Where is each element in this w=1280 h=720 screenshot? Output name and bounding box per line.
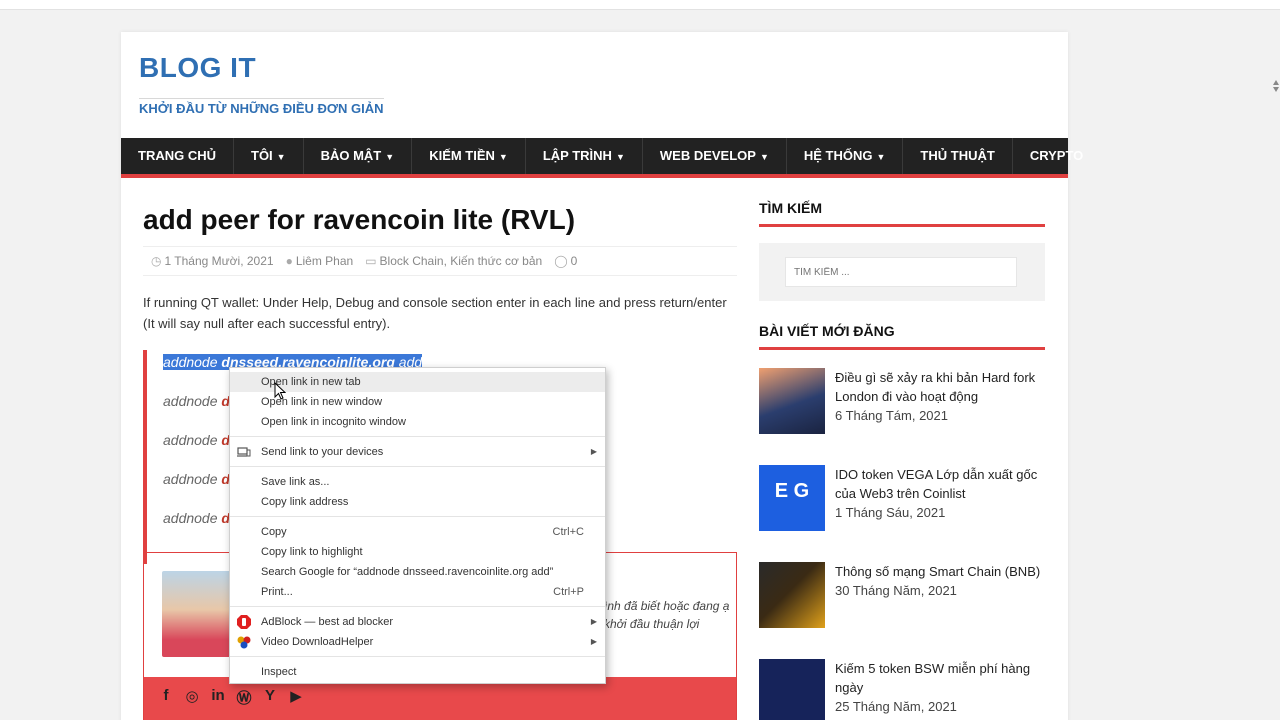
shortcut-label: Ctrl+C [552, 526, 584, 538]
instagram-icon[interactable]: ◎ [184, 687, 200, 720]
context-menu: Open link in new tab Open link in new wi… [229, 367, 606, 684]
recent-posts-widget: BÀI VIẾT MỚI ĐĂNG Điều gì sẽ xảy ra khi … [759, 323, 1045, 720]
menu-copy[interactable]: Copy Ctrl+C [230, 522, 605, 542]
menu-video-downloadhelper[interactable]: Video DownloadHelper ▶ [230, 632, 605, 652]
author-bio: ình đã biết hoặc đang ạ khởi đầu thuận l… [604, 599, 730, 631]
shortcut-label: Ctrl+P [553, 586, 584, 598]
devices-icon [237, 447, 251, 457]
mouse-cursor-icon [274, 382, 286, 400]
scrollbar-marker[interactable] [1272, 78, 1280, 94]
menu-adblock[interactable]: AdBlock — best ad blocker ▶ [230, 612, 605, 632]
menu-copy-link-address[interactable]: Copy link address [230, 492, 605, 512]
browser-top-strip [0, 0, 1280, 10]
recent-post-date: 30 Tháng Năm, 2021 [835, 583, 957, 598]
recent-post[interactable]: Thông số mạng Smart Chain (BNB) 30 Tháng … [759, 562, 1045, 642]
nav-item-kiem-tien[interactable]: KIẾM TIỀN ▼ [412, 138, 526, 174]
search-input[interactable] [785, 257, 1017, 287]
post-comments[interactable]: ◯ 0 [554, 254, 577, 268]
nav-item-lap-trinh[interactable]: LẬP TRÌNH ▼ [526, 138, 643, 174]
search-widget [759, 243, 1045, 301]
menu-divider [230, 466, 605, 467]
author-avatar [162, 571, 232, 657]
post-categories[interactable]: ▭ Block Chain, Kiến thức cơ bản [365, 254, 542, 268]
post-title: add peer for ravencoin lite (RVL) [143, 204, 576, 235]
menu-divider [230, 656, 605, 657]
recent-post[interactable]: Kiếm 5 token BSW miễn phí hàng ngày 25 Th… [759, 659, 1045, 720]
post-thumbnail[interactable] [759, 562, 825, 628]
folder-icon: ▭ [365, 254, 377, 268]
comment-icon: ◯ [554, 254, 568, 268]
hackernews-icon[interactable]: Y [262, 687, 278, 720]
recent-post-title[interactable]: IDO token VEGA Lớp dẫn xuất gốc của Web3… [835, 465, 1045, 503]
addnode-line[interactable]: addnode d [163, 510, 230, 526]
wordpress-icon[interactable]: Ⓦ [236, 687, 252, 720]
addnode-line[interactable]: addnode dn [163, 432, 239, 448]
youtube-icon[interactable]: ▶ [288, 687, 304, 720]
menu-divider [230, 606, 605, 607]
clock-icon: ◷ [151, 254, 162, 268]
nav-item-thu-thuat[interactable]: THỦ THUẬT [903, 138, 1013, 174]
menu-open-incognito[interactable]: Open link in incognito window [230, 412, 605, 432]
nav-item-toi[interactable]: TÔI ▼ [234, 138, 304, 174]
post-author[interactable]: ● Liêm Phan [286, 254, 354, 268]
recent-post-title[interactable]: Thông số mạng Smart Chain (BNB) [835, 562, 1040, 581]
recent-posts-title: BÀI VIẾT MỚI ĐĂNG [759, 323, 1045, 350]
site-title[interactable]: BLOG IT [139, 52, 256, 84]
user-icon: ● [285, 254, 293, 268]
recent-post[interactable]: Điều gì sẽ xảy ra khi bản Hard fork Lond… [759, 368, 1045, 448]
recent-post[interactable]: E G IDO token VEGA Lớp dẫn xuất gốc của … [759, 465, 1045, 545]
menu-search-google[interactable]: Search Google for “addnode dnsseed.raven… [230, 562, 605, 582]
addnode-line[interactable]: addnode d [163, 471, 230, 487]
chevron-down-icon: ▼ [498, 152, 508, 162]
menu-open-new-tab[interactable]: Open link in new tab [230, 372, 605, 392]
adblock-icon [237, 615, 251, 629]
nav-item-bao-mat[interactable]: BẢO MẬT ▼ [304, 138, 413, 174]
menu-save-link-as[interactable]: Save link as... [230, 472, 605, 492]
search-widget-title: TÌM KIẾM [759, 200, 1045, 227]
post-thumbnail[interactable] [759, 368, 825, 434]
post-meta: ◷ 1 Tháng Mười, 2021 ● Liêm Phan ▭ Block Ch… [143, 246, 737, 276]
nav-item-he-thong[interactable]: HỆ THỐNG ▼ [787, 138, 904, 174]
post-date[interactable]: ◷ 1 Tháng Mười, 2021 [151, 254, 274, 268]
menu-divider [230, 436, 605, 437]
main-nav: TRANG CHỦ TÔI ▼ BẢO MẬT ▼ KIẾM TIỀN ▼ LẬP T… [121, 138, 1083, 178]
menu-open-new-window[interactable]: Open link in new window [230, 392, 605, 412]
menu-print[interactable]: Print... Ctrl+P [230, 582, 605, 602]
submenu-arrow-icon: ▶ [590, 617, 597, 626]
chevron-down-icon: ▼ [876, 152, 886, 162]
recent-post-title[interactable]: Điều gì sẽ xảy ra khi bản Hard fork Lond… [835, 368, 1045, 406]
chevron-down-icon: ▼ [615, 152, 625, 162]
menu-send-to-devices[interactable]: Send link to your devices ▶ [230, 442, 605, 462]
submenu-arrow-icon: ▶ [590, 637, 597, 646]
post-thumbnail[interactable]: E G [759, 465, 825, 531]
nav-item-web-develop[interactable]: WEB DEVELOP ▼ [643, 138, 787, 174]
linkedin-icon[interactable]: in [210, 687, 226, 720]
menu-inspect[interactable]: Inspect [230, 662, 605, 682]
chevron-down-icon: ▼ [276, 152, 286, 162]
recent-post-title[interactable]: Kiếm 5 token BSW miễn phí hàng ngày [835, 659, 1045, 697]
menu-divider [230, 516, 605, 517]
submenu-arrow-icon: ▶ [590, 447, 597, 456]
chevron-down-icon: ▼ [759, 152, 769, 162]
video-downloadhelper-icon [237, 636, 251, 649]
post-thumbnail[interactable] [759, 659, 825, 720]
nav-item-home[interactable]: TRANG CHỦ [121, 138, 234, 174]
nav-item-crypto[interactable]: CRYPTO [1013, 138, 1100, 174]
recent-post-date: 6 Tháng Tám, 2021 [835, 408, 948, 423]
post-intro: If running QT wallet: Under Help, Debug … [143, 295, 727, 331]
addnode-line[interactable]: addnode d [163, 393, 230, 409]
facebook-icon[interactable]: f [158, 687, 174, 720]
site-tagline: KHỞI ĐẦU TỪ NHỮNG ĐIỀU ĐƠN GIẢN [139, 98, 384, 116]
sidebar: TÌM KIẾM BÀI VIẾT MỚI ĐĂNG Điều gì sẽ xả… [759, 200, 1045, 720]
chevron-down-icon: ▼ [385, 152, 395, 162]
recent-post-date: 25 Tháng Năm, 2021 [835, 699, 957, 714]
menu-copy-link-highlight[interactable]: Copy link to highlight [230, 542, 605, 562]
recent-post-date: 1 Tháng Sáu, 2021 [835, 505, 946, 520]
